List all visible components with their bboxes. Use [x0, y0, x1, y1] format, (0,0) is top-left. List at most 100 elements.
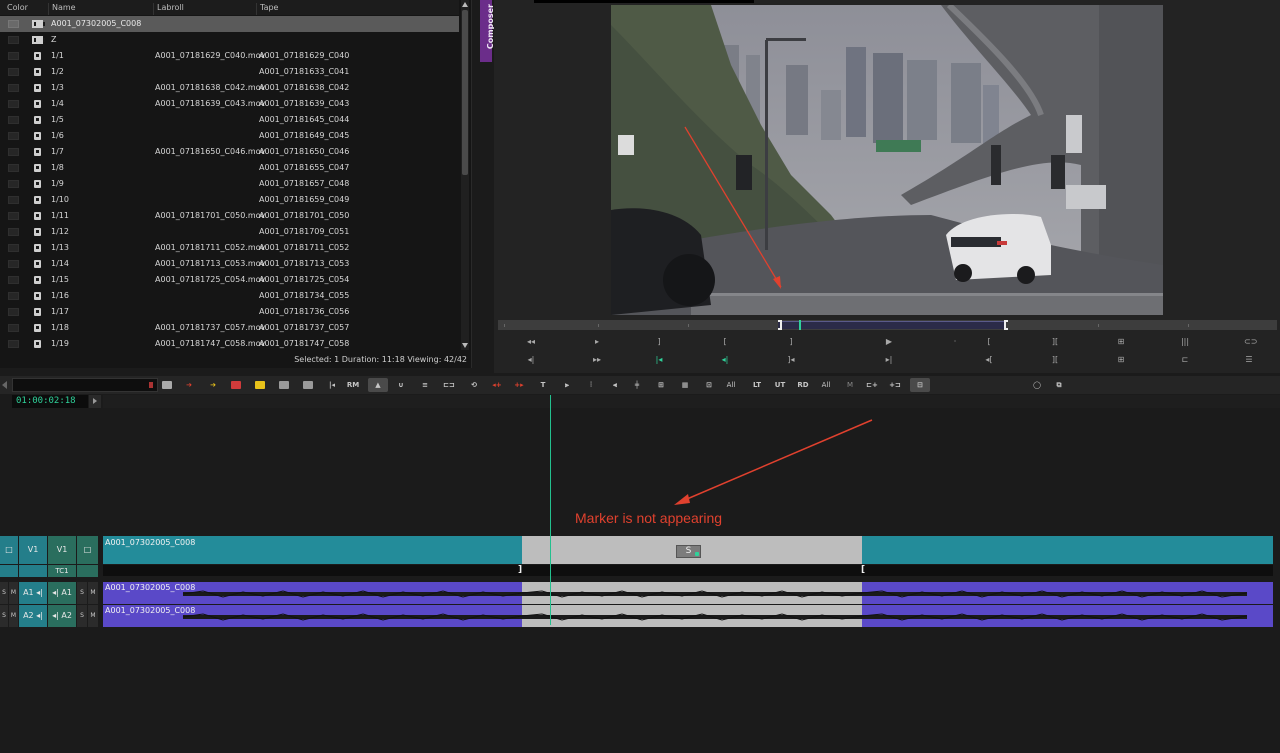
step-back-icon[interactable]: ◂◂ [526, 337, 536, 347]
v1-monitor-icon[interactable]: □ [0, 536, 19, 564]
color-swatch[interactable] [8, 196, 19, 204]
grid-view-icon[interactable]: ⊞ [654, 378, 668, 392]
timecode-display[interactable]: 01:00:02:18 [12, 395, 88, 408]
scroll-thumb[interactable] [462, 10, 468, 175]
color-swatch[interactable] [8, 84, 19, 92]
bin-row[interactable]: 1/5 A001_07181645_C044 [0, 112, 459, 128]
column-header-labroll[interactable]: Labroll [153, 3, 184, 15]
color-swatch[interactable] [8, 148, 19, 156]
lift-icon[interactable]: ][ [1050, 355, 1060, 365]
color-swatch[interactable] [8, 100, 19, 108]
color-swatch[interactable] [8, 340, 19, 348]
extract-yellow-icon[interactable] [253, 378, 267, 392]
color-swatch[interactable] [8, 292, 19, 300]
video-clip-segment-1[interactable]: A001_07302005_C008 [103, 536, 522, 564]
split-icon[interactable]: ⊏⊐ [442, 378, 456, 392]
mark-out-icon[interactable]: ] [786, 337, 796, 347]
match-frame-icon[interactable]: ⊞ [1116, 355, 1126, 365]
composer-tab[interactable]: Composer [480, 0, 495, 62]
all-button-1[interactable]: All [724, 378, 738, 392]
collapse-left-icon[interactable] [2, 381, 7, 389]
lift-overwrite-segment-icon[interactable]: ▲ [368, 378, 388, 392]
rewind-icon[interactable]: ◂| [526, 355, 536, 365]
color-swatch[interactable] [8, 20, 19, 28]
mark-in-icon[interactable]: [ [984, 337, 994, 347]
lift-red-icon[interactable] [229, 378, 243, 392]
segment-effect-chip[interactable]: S [676, 545, 701, 558]
a1-mute-button-2[interactable]: M [88, 582, 99, 604]
replace-icon[interactable]: ⊏ [1180, 355, 1190, 365]
color-swatch[interactable] [8, 52, 19, 60]
color-swatch[interactable] [8, 276, 19, 284]
color-swatch[interactable] [8, 324, 19, 332]
bin-row[interactable]: 1/17 A001_07181736_C056 [0, 304, 459, 320]
color-swatch[interactable] [8, 36, 19, 44]
bin-row[interactable]: 1/10 A001_07181659_C049 [0, 192, 459, 208]
menu-icon[interactable]: ☰ [1244, 355, 1254, 365]
overwrite-icon[interactable]: ◂[ [984, 355, 994, 365]
trim-right-icon[interactable]: ◂| [720, 355, 730, 365]
audio2-clip-segment-selected[interactable] [522, 605, 862, 627]
scroll-down-icon[interactable] [462, 343, 468, 348]
bin-row[interactable]: 1/15 A001_07181725_C054.mov A001_07181725_… [0, 272, 459, 288]
color-swatch[interactable] [8, 244, 19, 252]
align-left-icon[interactable]: ⫸ [560, 378, 574, 392]
storyboard-icon[interactable]: ⊡ [702, 378, 716, 392]
table-view-icon[interactable]: ▦ [678, 378, 692, 392]
color-swatch[interactable] [8, 180, 19, 188]
color-swatch[interactable] [8, 308, 19, 316]
bin-row[interactable]: 1/4 A001_07181639_C043.mov A001_07181639_C… [0, 96, 459, 112]
bin-row[interactable]: 1/8 A001_07181655_C047 [0, 160, 459, 176]
play-icon[interactable]: ▶ [884, 337, 894, 347]
comment-icon[interactable]: ⧉ [1052, 378, 1066, 392]
v1-source-track[interactable]: V1 [19, 536, 48, 564]
bin-row[interactable]: 1/18 A001_07181737_C057.mov A001_07181737_… [0, 320, 459, 336]
nudge-right-icon[interactable]: +▸ [512, 378, 526, 392]
audio1-clip-segment-2[interactable] [862, 582, 1273, 604]
v1-record-track[interactable]: V1 [48, 536, 77, 564]
nudge-left-icon[interactable]: ◂+ [490, 378, 504, 392]
dot-icon[interactable]: · [950, 337, 960, 347]
link-icon[interactable]: ⊂⊃ [1244, 337, 1257, 347]
align-right-icon[interactable]: ⫷ [608, 378, 622, 392]
bars-icon[interactable]: ||| [1180, 337, 1190, 347]
color-swatch[interactable] [8, 164, 19, 172]
timeline-playhead[interactable] [550, 395, 551, 625]
color-swatch[interactable] [8, 260, 19, 268]
go-to-start-icon[interactable]: |◂ [325, 378, 339, 392]
audio2-clip-segment-2[interactable] [862, 605, 1273, 627]
a1-solo-button-2[interactable]: S [77, 582, 88, 604]
play-to-out-icon[interactable]: ▸| [884, 355, 894, 365]
column-header-color[interactable]: Color [4, 3, 28, 15]
color-swatch[interactable] [8, 228, 19, 236]
bin-row[interactable]: 1/3 A001_07181638_C042.mov A001_07181638_C… [0, 80, 459, 96]
clear-marks-icon[interactable]: ][ [1050, 337, 1060, 347]
timeline-ruler[interactable] [103, 395, 1280, 408]
bin-row[interactable]: A001_07302005_C008 [0, 16, 459, 32]
grid-icon[interactable]: ⊞ [1116, 337, 1126, 347]
bin-row[interactable]: 1/9 A001_07181657_C048 [0, 176, 459, 192]
position-bar[interactable] [498, 320, 1277, 330]
overwrite-red-icon[interactable]: ➔ [182, 378, 196, 392]
video-clip-segment-2[interactable] [862, 536, 1273, 564]
bin-row[interactable]: 1/6 A001_07181649_C045 [0, 128, 459, 144]
splice-yellow-icon[interactable]: ➔ [206, 378, 220, 392]
text-tool-icon[interactable]: T [536, 378, 550, 392]
a2-record-track[interactable]: ◂| A2 [48, 605, 77, 627]
a2-solo-button-2[interactable]: S [77, 605, 88, 627]
m-button[interactable]: M [843, 378, 857, 392]
color-swatch[interactable] [8, 132, 19, 140]
a2-mute-button-2[interactable]: M [88, 605, 99, 627]
go-to-in-icon[interactable]: ] [654, 337, 664, 347]
a1-solo-button[interactable]: S [0, 582, 9, 604]
color-swatch[interactable] [8, 212, 19, 220]
bin-row[interactable]: 1/7 A001_07181650_C046.mov A001_07181650_C… [0, 144, 459, 160]
timecode-play-icon[interactable] [89, 395, 101, 408]
column-header-tape[interactable]: Tape [256, 3, 278, 15]
color-swatch[interactable] [8, 116, 19, 124]
bin-row[interactable]: 1/1 A001_07181629_C040.mov A001_07181629_C… [0, 48, 459, 64]
bin-row[interactable]: 1/19 A001_07181747_C058.mov A001_07181747_… [0, 336, 459, 352]
audio1-clip-segment-selected[interactable] [522, 582, 862, 604]
record-circle-icon[interactable]: ◯ [1030, 378, 1044, 392]
align-center-icon[interactable]: ⫶ [584, 378, 598, 392]
